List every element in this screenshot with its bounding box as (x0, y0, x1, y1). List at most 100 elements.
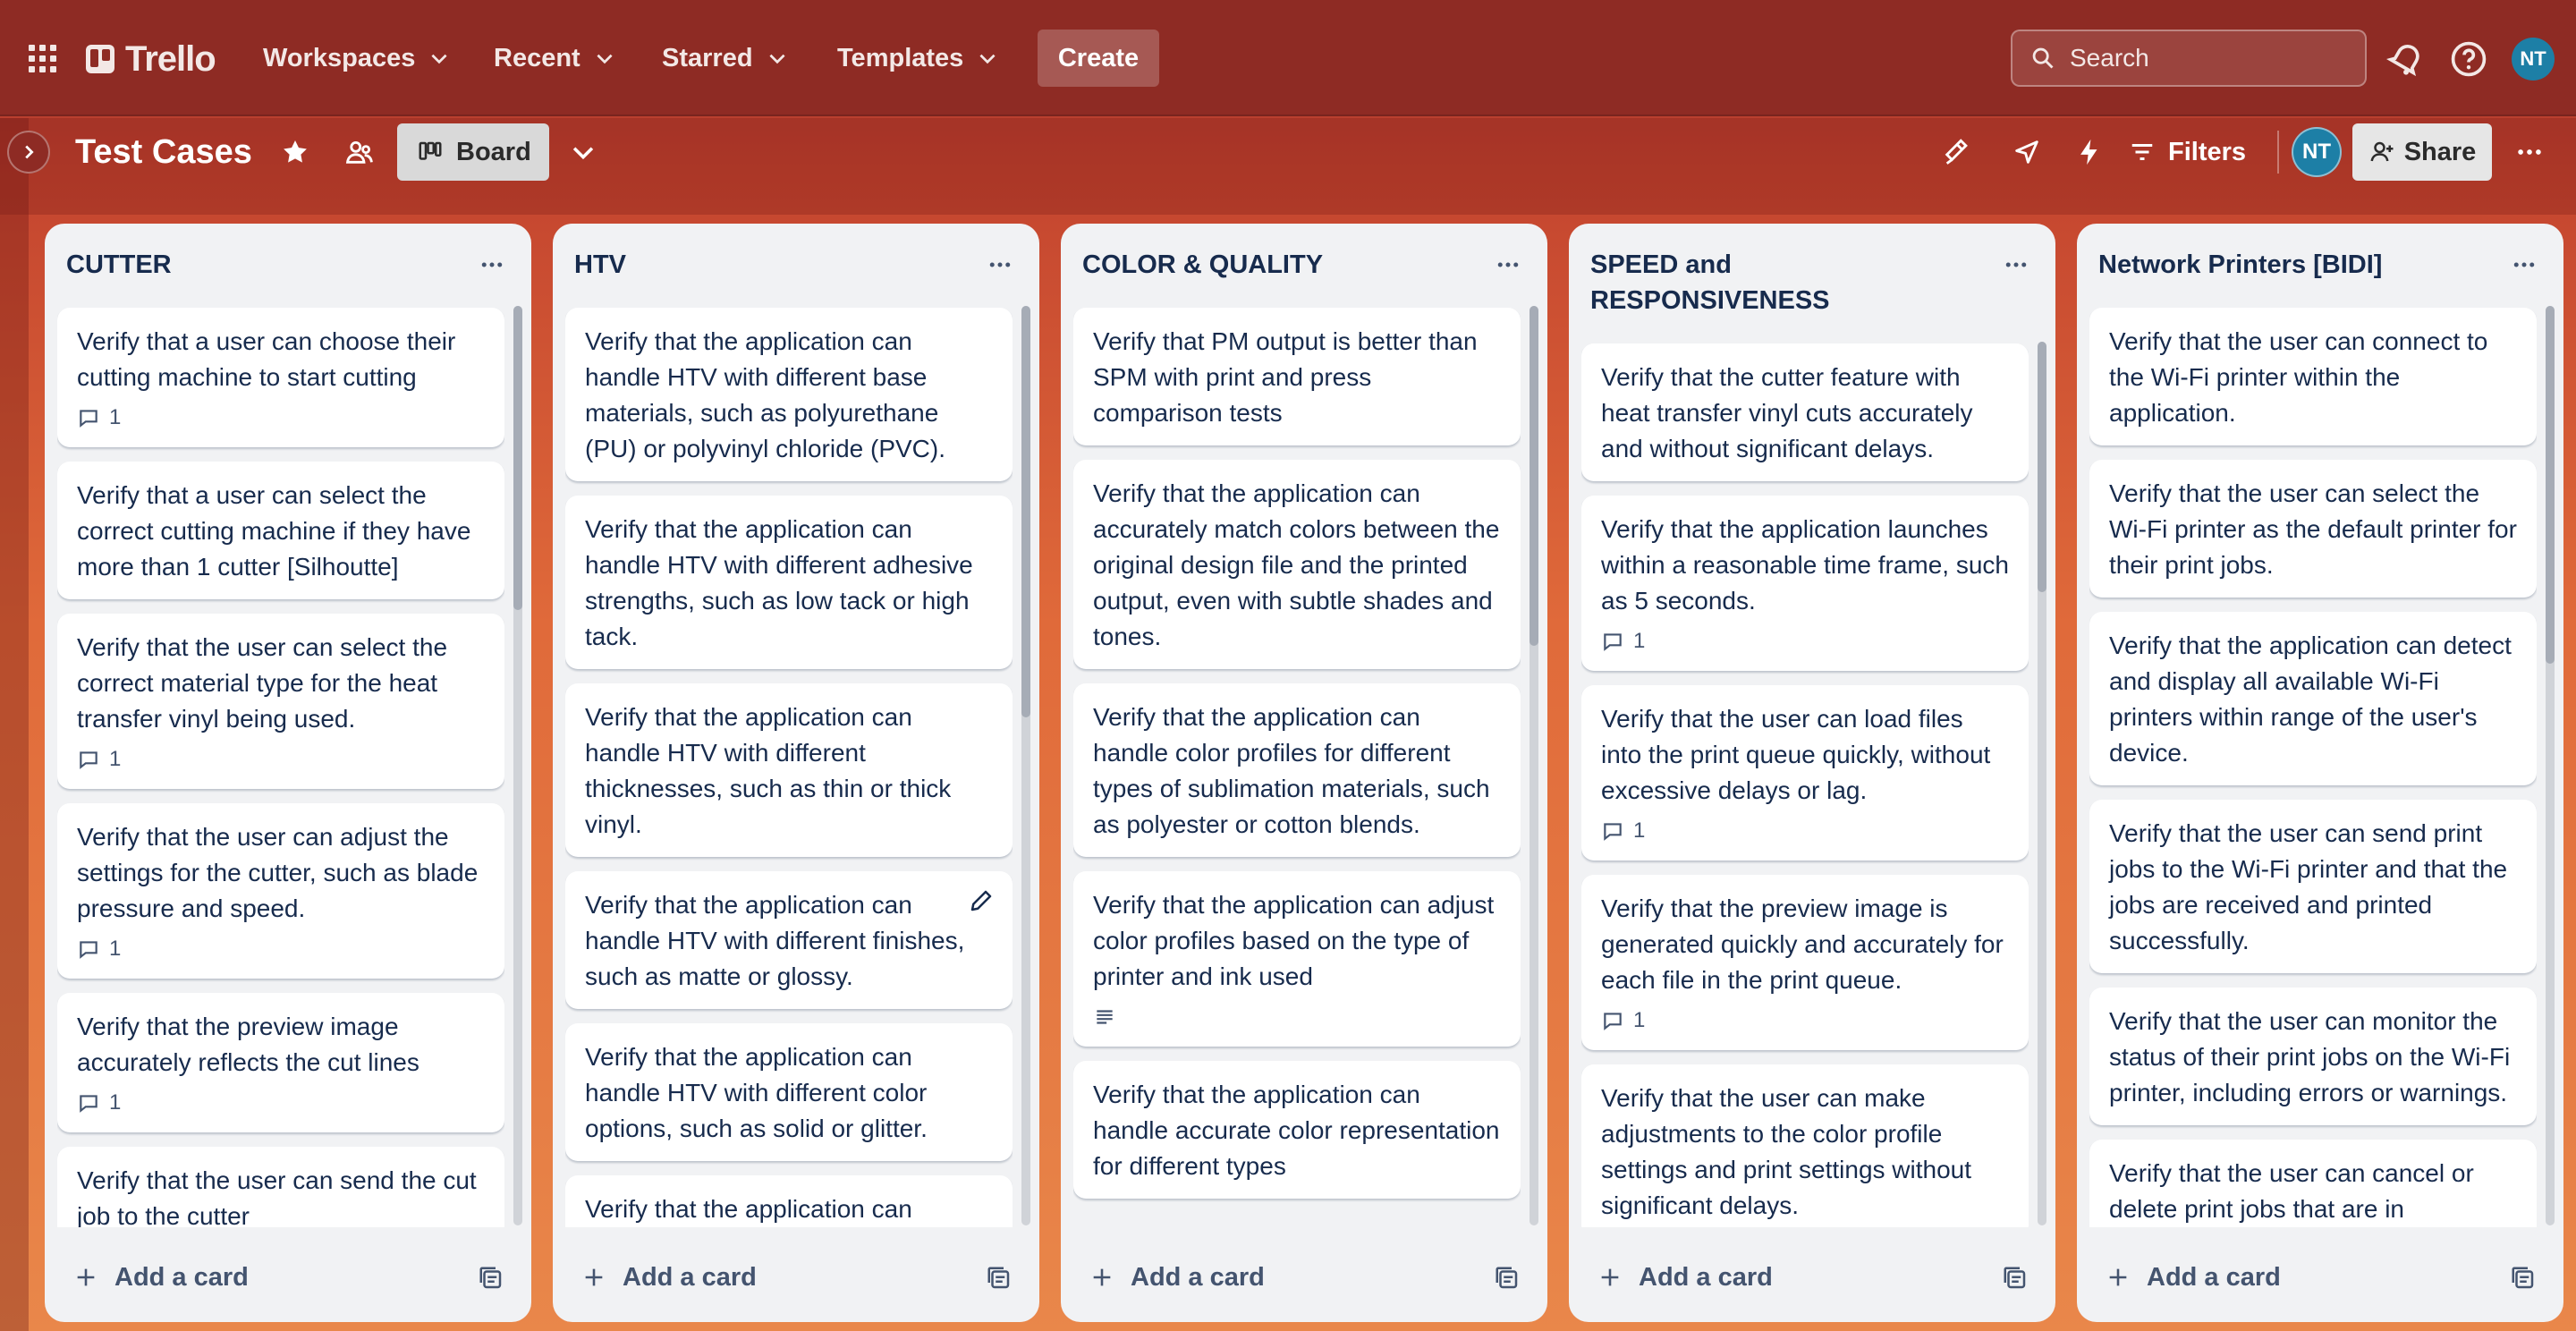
add-card-button[interactable]: Add a card (2091, 1252, 2476, 1302)
workspace-visibility-icon[interactable] (335, 127, 385, 177)
chevron-down-icon (979, 54, 996, 64)
list-menu-icon[interactable] (470, 249, 513, 281)
card-title: Verify that the user can adjust the sett… (77, 823, 479, 922)
description-icon (1097, 1010, 1113, 1024)
create-button[interactable]: Create (1038, 30, 1159, 87)
add-card-button[interactable]: Add a card (567, 1252, 952, 1302)
list-scrollbar-thumb[interactable] (2038, 342, 2046, 592)
create-from-template-icon[interactable] (1494, 1265, 1521, 1292)
card[interactable]: Verify that PM output is better than SPM… (1073, 308, 1521, 445)
share-button[interactable]: Share (2352, 123, 2492, 181)
app-switcher-icon[interactable] (27, 43, 59, 75)
trello-logo[interactable]: Trello (86, 38, 216, 81)
list-scrollbar[interactable] (1530, 306, 1538, 1225)
view-switcher-chevron-down-icon[interactable] (558, 127, 608, 177)
list-scrollbar[interactable] (1021, 306, 1030, 1225)
create-from-template-icon[interactable] (986, 1265, 1013, 1292)
card-title: Verify that the user can select the corr… (77, 633, 448, 733)
card[interactable]: Verify that a user can select the correc… (57, 462, 504, 599)
card-title: Verify that the application can handle H… (585, 1195, 912, 1223)
board-view-button[interactable]: Board (397, 123, 549, 181)
card[interactable]: Verify that the application can detect a… (2089, 612, 2537, 785)
top-navigation-bar: Trello Workspaces Recent Starred Templat… (0, 0, 2576, 116)
plus-icon (585, 1268, 603, 1286)
card[interactable]: Verify that the preview image accurately… (57, 993, 504, 1132)
list-menu-icon[interactable] (2503, 249, 2546, 281)
card[interactable]: Verify that the user can send the cut jo… (57, 1147, 504, 1227)
list-scrollbar[interactable] (2546, 306, 2555, 1225)
board-menu-icon[interactable] (2504, 127, 2555, 177)
list-scrollbar-thumb[interactable] (2546, 306, 2555, 664)
list-menu-icon[interactable] (1995, 249, 2038, 281)
create-from-template-icon[interactable] (2510, 1265, 2537, 1292)
nav-templates[interactable]: Templates (825, 30, 1012, 87)
card[interactable]: Verify that the user can send print jobs… (2089, 800, 2537, 973)
card[interactable]: Verify that the application launches wit… (1581, 496, 2029, 671)
card-title: Verify that the application can handle H… (585, 327, 945, 462)
card[interactable]: Verify that the user can make adjustment… (1581, 1064, 2029, 1227)
card[interactable]: Verify that the application can handle H… (565, 683, 1013, 857)
plus-icon (1601, 1268, 1619, 1286)
card[interactable]: Verify that the application can accurate… (1073, 460, 1521, 669)
add-card-button[interactable]: Add a card (1075, 1252, 1460, 1302)
create-from-template-icon[interactable] (2002, 1265, 2029, 1292)
nav-starred[interactable]: Starred (649, 30, 801, 87)
card[interactable]: Verify that the user can monitor the sta… (2089, 988, 2537, 1125)
list-scrollbar[interactable] (2038, 342, 2046, 1225)
comment-icon (80, 1095, 97, 1113)
card[interactable]: Verify that the user can select the Wi-F… (2089, 460, 2537, 598)
card-title: Verify that the application can handle H… (585, 515, 973, 650)
card[interactable]: Verify that the preview image is generat… (1581, 875, 2029, 1050)
list-title[interactable]: HTV (574, 247, 950, 283)
card-title: Verify that the application launches wit… (1601, 515, 2009, 615)
star-icon[interactable] (270, 127, 320, 177)
create-from-template-icon[interactable] (478, 1265, 504, 1292)
nav-recent[interactable]: Recent (481, 30, 629, 87)
list-title[interactable]: Network Printers [BIDI] (2098, 247, 2474, 283)
card[interactable]: Verify that the application can handle H… (565, 308, 1013, 481)
card[interactable]: Verify that the application can handle a… (1073, 1061, 1521, 1199)
share-label: Share (2403, 137, 2477, 166)
card[interactable]: Verify that the user can connect to the … (2089, 308, 2537, 445)
card[interactable]: Verify that the application can adjust c… (1073, 871, 1521, 1047)
filters-button[interactable]: Filters (2129, 123, 2246, 181)
card[interactable]: Verify that the application can handle H… (565, 496, 1013, 669)
list-menu-icon[interactable] (979, 249, 1021, 281)
list-scrollbar-thumb[interactable] (513, 306, 522, 610)
card-badges: 1 (77, 744, 485, 775)
card[interactable]: Verify that the application can handle H… (565, 1175, 1013, 1227)
card[interactable]: Verify that the cutter feature with heat… (1581, 343, 2029, 481)
card[interactable]: Verify that the application can handle H… (565, 871, 1013, 1009)
list-scrollbar-thumb[interactable] (1021, 306, 1030, 717)
list-menu-icon[interactable] (1487, 249, 1530, 281)
card[interactable]: Verify that a user can choose their cutt… (57, 308, 504, 447)
help-icon[interactable] (2449, 39, 2488, 79)
list-title[interactable]: COLOR & QUALITY (1082, 247, 1458, 283)
add-card-button[interactable]: Add a card (1583, 1252, 1968, 1302)
card[interactable]: Verify that the user can load files into… (1581, 685, 2029, 860)
sidebar-toggle-button[interactable] (7, 131, 50, 174)
list-scrollbar[interactable] (513, 306, 522, 1225)
list-title[interactable]: CUTTER (66, 247, 442, 283)
card[interactable]: Verify that the user can select the corr… (57, 614, 504, 789)
add-card-button[interactable]: Add a card (59, 1252, 444, 1302)
board-title[interactable]: Test Cases (75, 131, 252, 174)
card[interactable]: Verify that the application can handle H… (565, 1023, 1013, 1161)
list-scrollbar-thumb[interactable] (1530, 306, 1538, 646)
automation-lightning-icon[interactable] (2064, 127, 2114, 177)
automation-rocket-icon[interactable] (2002, 127, 2052, 177)
card[interactable]: Verify that the user can adjust the sett… (57, 803, 504, 979)
comment-count: 1 (1633, 1008, 1646, 1032)
card[interactable]: Verify that the application can handle c… (1073, 683, 1521, 857)
notifications-icon[interactable] (2385, 39, 2426, 79)
board-view-label: Board (456, 137, 531, 166)
card[interactable]: Verify that the user can cancel or delet… (2089, 1140, 2537, 1227)
board-member-avatar[interactable]: NT (2292, 127, 2342, 177)
search-input[interactable]: Search (2011, 30, 2367, 87)
user-avatar[interactable]: NT (2512, 38, 2555, 81)
edit-card-pencil-icon[interactable] (968, 887, 995, 914)
card-title: Verify that the preview image accurately… (77, 1013, 419, 1076)
list-title[interactable]: SPEED and RESPONSIVENESS (1590, 247, 1930, 318)
nav-workspaces[interactable]: Workspaces (250, 30, 463, 87)
power-ups-icon[interactable] (1932, 127, 1982, 177)
